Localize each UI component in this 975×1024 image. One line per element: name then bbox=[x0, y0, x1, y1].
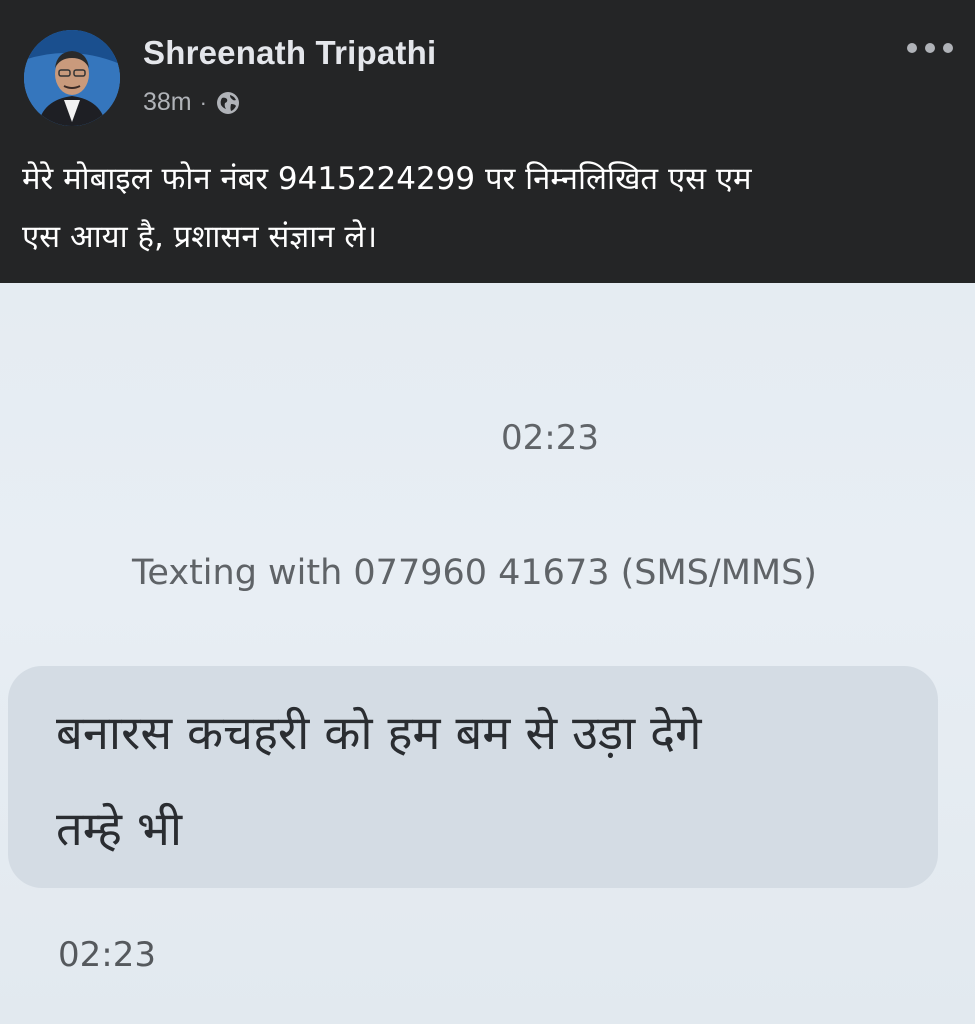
avatar[interactable] bbox=[24, 30, 120, 126]
texting-with-label: Texting with 077960 41673 (SMS/MMS) bbox=[132, 553, 817, 593]
sms-screenshot-photo[interactable]: 02:23 Texting with 077960 41673 (SMS/MMS… bbox=[0, 283, 975, 1024]
message-line: बनारस कचहरी को हम बम से उड़ा देगे bbox=[56, 706, 702, 761]
author-name[interactable]: Shreenath Tripathi bbox=[143, 34, 436, 72]
message-text: बनारस कचहरी को हम बम से उड़ा देगे तम्हे … bbox=[56, 686, 916, 878]
sms-timestamp: 02:23 bbox=[501, 418, 599, 458]
post-text-line: मेरे मोबाइल फोन नंबर 9415224299 पर निम्न… bbox=[22, 161, 752, 197]
message-bubble: बनारस कचहरी को हम बम से उड़ा देगे तम्हे … bbox=[8, 666, 938, 888]
message-line: तम्हे भी bbox=[56, 802, 183, 857]
message-timestamp: 02:23 bbox=[58, 935, 156, 975]
post-time[interactable]: 38m bbox=[143, 88, 192, 117]
post-meta: 38m · bbox=[143, 88, 241, 117]
post-text: मेरे मोबाइल फोन नंबर 9415224299 पर निम्न… bbox=[22, 150, 952, 266]
profile-photo bbox=[24, 30, 120, 126]
post-text-line: एस आया है, प्रशासन संज्ञान ले। bbox=[22, 219, 378, 255]
globe-icon[interactable] bbox=[215, 90, 241, 116]
facebook-post: Shreenath Tripathi 38m · मेरे मोबाइल फोन… bbox=[0, 0, 975, 283]
meta-separator: · bbox=[199, 89, 207, 115]
more-horizontal-icon[interactable] bbox=[904, 38, 956, 58]
